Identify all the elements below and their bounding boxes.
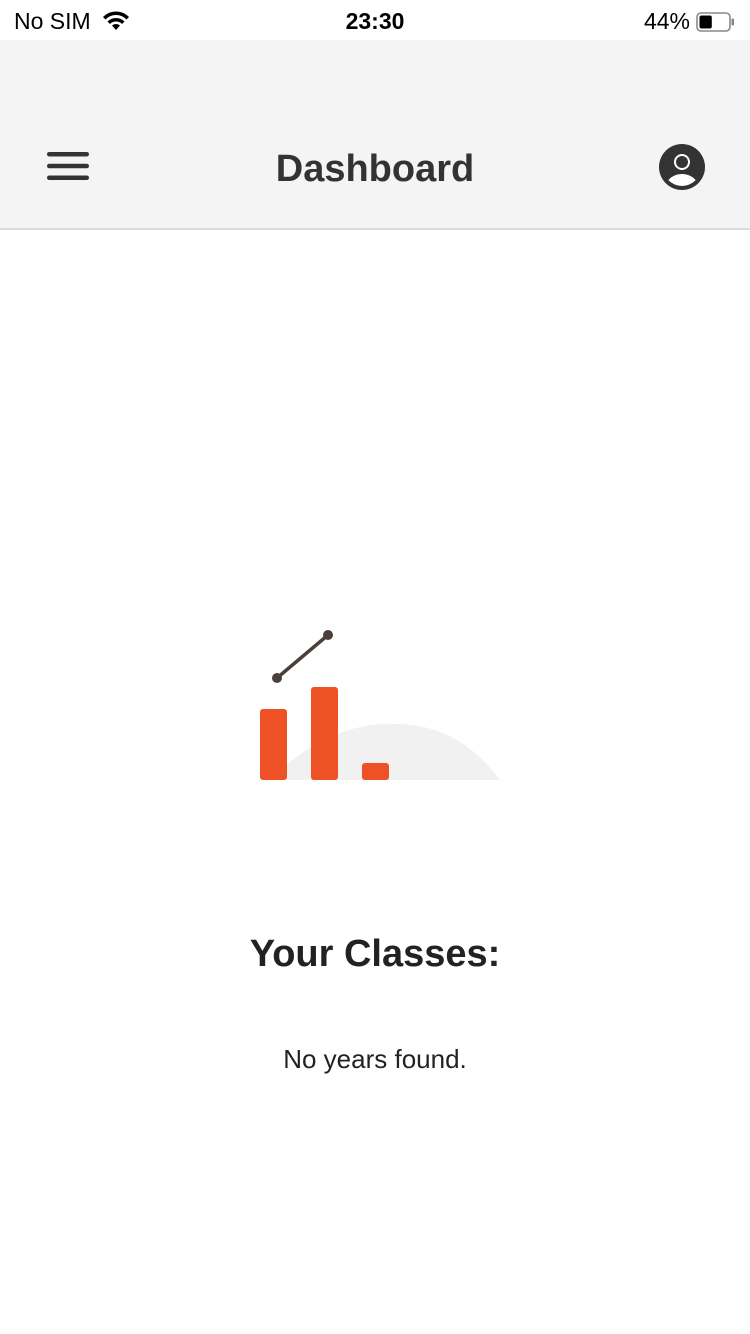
status-time: 23:30 [345, 8, 405, 34]
page-title: Dashboard [275, 148, 475, 190]
bar-chart-illustration-icon [240, 620, 510, 790]
navbar: Dashboard [0, 40, 750, 230]
section-title: Your Classes: [249, 933, 501, 975]
user-profile-icon [658, 143, 706, 196]
battery-percent: 44% [643, 7, 690, 34]
status-right: 44% [644, 6, 736, 36]
battery-icon [696, 11, 736, 32]
status-bar: No SIM 23:30 44% [0, 0, 750, 40]
profile-button[interactable] [654, 141, 710, 197]
empty-state-message: No years found. [283, 1044, 467, 1074]
